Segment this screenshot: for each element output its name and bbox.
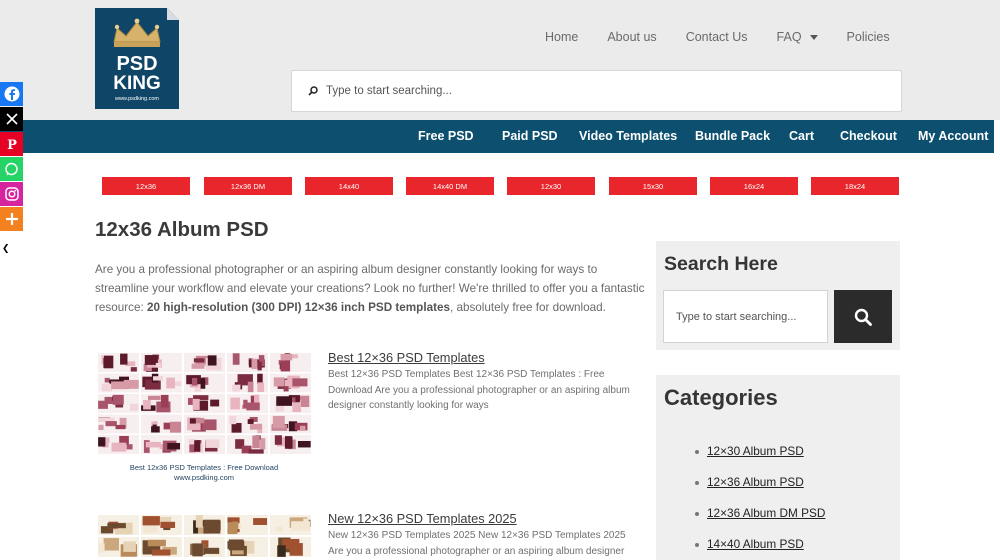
tag-14x40[interactable]: 14x40	[305, 177, 393, 195]
instagram-icon	[4, 187, 19, 201]
thumbnail-caption: Best 12x36 PSD Templates : Free Download	[130, 463, 278, 472]
post-excerpt-1: Best 12×36 PSD Templates Best 12×36 PSD …	[328, 369, 630, 411]
album-photo-image	[97, 514, 312, 560]
post-title-2[interactable]: New 12×36 PSD Templates 2025	[328, 511, 517, 526]
category-link-12x36-dm[interactable]: 12×36 Album DM PSD	[707, 506, 825, 520]
facebook-share-button[interactable]	[0, 82, 23, 106]
psdking-logo[interactable]: PSD KING www.psdking.com	[95, 8, 179, 109]
nav-my-account[interactable]: My Account	[918, 129, 988, 143]
chevron-down-icon	[809, 35, 818, 41]
sidebar-search-input[interactable]	[676, 310, 824, 323]
post-thumbnail-1[interactable]: Best 12x36 PSD Templates : Free Download…	[97, 352, 312, 486]
nav-about-us[interactable]: About us	[607, 30, 656, 44]
main-navigation: Free PSD Paid PSD Video Templates Bundle…	[0, 120, 994, 153]
bullet-icon	[695, 542, 699, 547]
categories-title: Categories	[664, 385, 778, 410]
sidebar-search-title: Search Here	[664, 253, 778, 275]
nav-contact-us[interactable]: Contact Us	[686, 30, 748, 44]
facebook-icon	[4, 86, 19, 102]
intro-bold: 20 high-resolution (300 DPI) 12×36 inch …	[146, 301, 450, 314]
category-link-12x30[interactable]: 12×30 Album PSD	[707, 444, 804, 458]
logo-text-king: KING	[113, 73, 161, 94]
post-excerpt-2: New 12×36 PSD Templates 2025 New 12×36 P…	[328, 530, 626, 557]
category-item: 14×40 Album PSD	[695, 537, 804, 551]
album-collage-image: Best 12x36 PSD Templates : Free Download…	[97, 352, 312, 486]
hide-share-toggle[interactable]: ❮	[2, 243, 10, 254]
category-link-14x40[interactable]: 14×40 Album PSD	[707, 537, 804, 551]
post-title-1[interactable]: Best 12×36 PSD Templates	[328, 350, 485, 365]
nav-cart[interactable]: Cart	[789, 129, 814, 143]
top-navigation: Home About us Contact Us FAQ Policies	[545, 30, 890, 44]
nav-faq[interactable]: FAQ	[777, 30, 818, 44]
search-icon	[854, 308, 872, 326]
plus-icon	[5, 213, 18, 225]
post-thumbnail-2[interactable]	[97, 514, 312, 560]
more-share-button[interactable]	[0, 207, 23, 231]
bullet-icon	[695, 480, 699, 485]
x-icon	[5, 113, 18, 125]
sidebar-search-field	[663, 290, 828, 343]
logo-url: www.psdking.com	[114, 96, 159, 102]
tag-12x36[interactable]: 12x36	[102, 177, 190, 195]
sidebar-search-button[interactable]	[834, 290, 892, 343]
intro-text-2: , absolutely free for download.	[449, 301, 606, 314]
page-root: PSD KING www.psdking.com Home About us C…	[0, 0, 1000, 560]
page-title: 12x36 Album PSD	[95, 218, 269, 241]
tag-14x40-dm[interactable]: 14x40 DM	[406, 177, 494, 195]
logo-text-psd: PSD	[116, 53, 157, 75]
whatsapp-icon	[5, 162, 18, 175]
tag-16x24[interactable]: 16x24	[710, 177, 798, 195]
tag-15x30[interactable]: 15x30	[609, 177, 697, 195]
svg-text:P: P	[7, 138, 17, 151]
intro-paragraph: Are you a professional photographer or a…	[95, 260, 650, 317]
nav-bundle-pack[interactable]: Bundle Pack	[695, 129, 770, 143]
pinterest-icon: P	[7, 138, 17, 151]
nav-paid-psd[interactable]: Paid PSD	[502, 129, 558, 143]
category-item: 12×30 Album PSD	[695, 444, 804, 458]
pinterest-share-button[interactable]: P	[0, 132, 23, 156]
thumbnail-url: www.psdking.com	[173, 473, 234, 482]
nav-faq-label: FAQ	[776, 30, 802, 44]
header-search-box	[291, 70, 902, 112]
tag-18x24[interactable]: 18x24	[811, 177, 899, 195]
category-item: 12×36 Album PSD	[695, 475, 804, 489]
search-icon	[308, 86, 318, 96]
instagram-share-button[interactable]	[0, 182, 23, 206]
x-share-button[interactable]	[0, 107, 23, 131]
nav-policies[interactable]: Policies	[847, 30, 890, 44]
nav-video-templates[interactable]: Video Templates	[579, 129, 677, 143]
whatsapp-share-button[interactable]	[0, 157, 23, 181]
header-search-input[interactable]	[326, 85, 866, 97]
category-link-12x36[interactable]: 12×36 Album PSD	[707, 475, 804, 489]
tag-12x30[interactable]: 12x30	[507, 177, 595, 195]
nav-checkout[interactable]: Checkout	[840, 129, 897, 143]
sidebar-categories-widget: Categories	[656, 375, 900, 560]
category-item: 12×36 Album DM PSD	[695, 506, 825, 520]
nav-free-psd[interactable]: Free PSD	[418, 129, 474, 143]
bullet-icon	[695, 511, 699, 516]
nav-home[interactable]: Home	[545, 30, 578, 44]
tag-12x36-dm[interactable]: 12x36 DM	[204, 177, 292, 195]
bullet-icon	[695, 449, 699, 454]
site-header: PSD KING www.psdking.com Home About us C…	[0, 0, 1000, 120]
